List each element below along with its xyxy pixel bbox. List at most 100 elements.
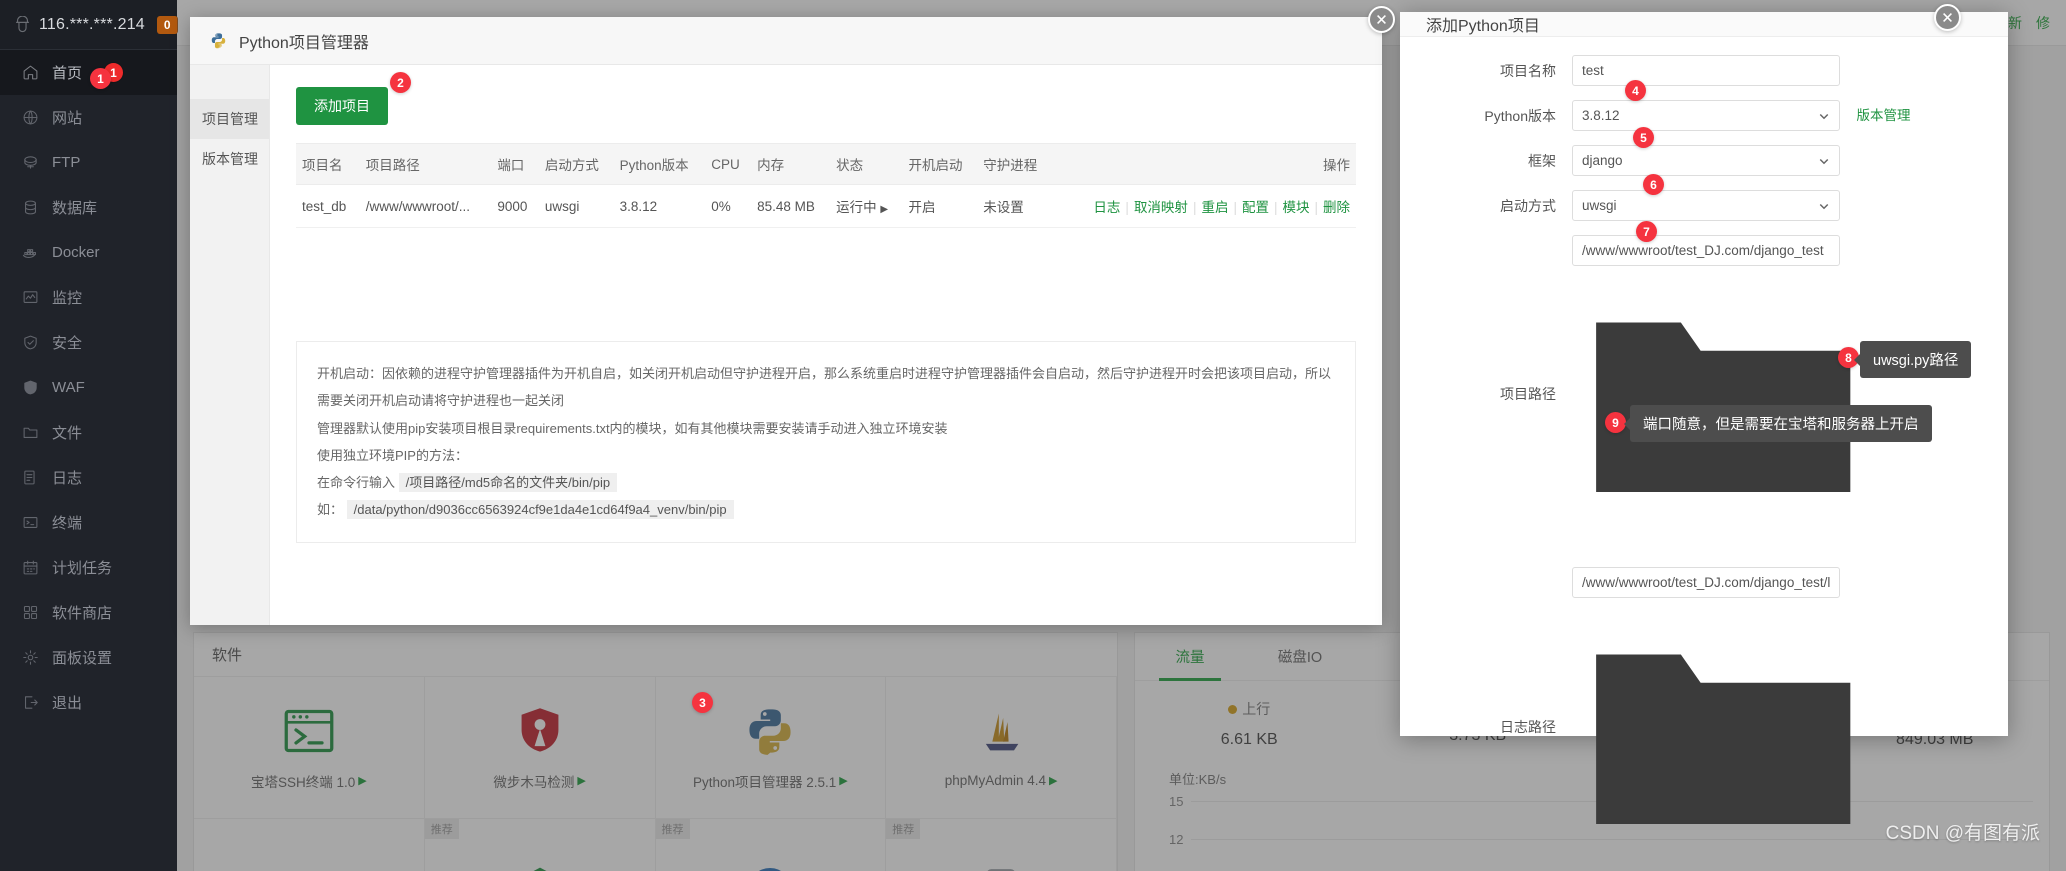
python-side-tab-0[interactable]: 项目管理: [190, 99, 269, 139]
sidebar-item-10[interactable]: 终端: [0, 500, 177, 545]
python-version-label: Python版本: [1484, 107, 1556, 124]
gear-icon: [22, 649, 39, 666]
project-python-version: 3.8.12: [613, 184, 706, 228]
python-window-main: 添加项目 项目名 项目路径 端口 启动方式 Python版本 CPU 内存 状态 开机启动 守护进…: [270, 65, 1382, 625]
table-header-5: CPU: [705, 143, 752, 185]
project-daemon: 未设置: [977, 184, 1052, 228]
sidebar-item-0[interactable]: 首页 1: [0, 50, 177, 95]
project-name-input[interactable]: [1572, 55, 1840, 86]
sidebar-item-11[interactable]: 计划任务: [0, 545, 177, 590]
sidebar-item-label: 软件商店: [52, 605, 113, 622]
sidebar-item-13[interactable]: 面板设置: [0, 635, 177, 680]
sidebar-item-8[interactable]: 文件: [0, 410, 177, 455]
globe-icon: [22, 109, 39, 126]
shield-filled-icon: [22, 379, 39, 396]
note-line-1: 管理器默认使用pip安装项目根目录requirements.txt内的模块，如有…: [317, 420, 948, 436]
folder-icon[interactable]: [1582, 322, 1864, 552]
operation-link-4[interactable]: 模块: [1282, 200, 1309, 215]
project-cpu: 0%: [705, 184, 752, 228]
sidebar-item-label: FTP: [52, 154, 81, 171]
sidebar-item-label: 安全: [52, 335, 83, 352]
sidebar-item-12[interactable]: 软件商店: [0, 590, 177, 635]
sidebar-item-label: 日志: [52, 470, 83, 487]
log-path-label: 日志路径: [1500, 718, 1556, 735]
step-marker-2: 2: [390, 72, 411, 93]
step-marker-6: 6: [1643, 174, 1664, 195]
calendar-icon: [22, 559, 39, 576]
projects-table-header-row: 项目名 项目路径 端口 启动方式 Python版本 CPU 内存 状态 开机启动 守护进程 操作: [296, 143, 1356, 185]
step-marker-9: 9: [1605, 412, 1626, 433]
step-marker-3: 3: [692, 692, 713, 713]
sidebar-item-label: 终端: [52, 515, 83, 532]
table-header-2: 端口: [491, 143, 539, 185]
python-window-close-button[interactable]: [1368, 6, 1395, 33]
step-marker-4: 4: [1625, 80, 1646, 101]
operation-link-1[interactable]: 取消映射: [1134, 200, 1188, 215]
python-window-title: Python项目管理器: [239, 34, 369, 52]
log-path-input[interactable]: [1572, 567, 1840, 599]
start-mode-label: 启动方式: [1500, 197, 1556, 214]
project-status: 运行中 ▶: [830, 184, 903, 228]
step-marker-7: 7: [1636, 221, 1657, 242]
sidebar-item-label: 退出: [52, 695, 83, 712]
log-icon: [22, 469, 39, 486]
sidebar-item-3[interactable]: 数据库: [0, 185, 177, 230]
table-header-1: 项目路径: [359, 143, 492, 185]
table-header-3: 启动方式: [538, 143, 614, 185]
sidebar-item-1[interactable]: 网站: [0, 95, 177, 140]
note-example-code: /data/python/d9036cc6563924cf9e1da4e1cd6…: [346, 500, 734, 520]
project-path[interactable]: /www/wwwroot/...: [359, 184, 492, 228]
add-project-button[interactable]: 添加项目: [296, 87, 388, 125]
table-header-7: 状态: [830, 143, 903, 185]
field-start-mode: 启动方式 uwsgi: [1400, 190, 1982, 221]
sidebar-item-4[interactable]: Docker: [0, 230, 177, 275]
sidebar-item-14[interactable]: 退出: [0, 680, 177, 725]
server-ip-label: 116.***.***.214: [39, 15, 145, 33]
operation-link-0[interactable]: 日志: [1093, 200, 1120, 215]
operation-link-2[interactable]: 重启: [1201, 200, 1228, 215]
step-marker-5: 5: [1633, 127, 1654, 148]
sidebar-item-2[interactable]: FTP: [0, 140, 177, 185]
folder-icon: [22, 424, 39, 441]
note-line-example: 如： /data/python/d9036cc6563924cf9e1da4e1…: [317, 496, 1335, 523]
sidebar-item-label: 监控: [52, 290, 83, 307]
monitor-icon: [22, 289, 39, 306]
projects-table: 项目名 项目路径 端口 启动方式 Python版本 CPU 内存 状态 开机启动 守护进程 操作 t…: [296, 143, 1356, 228]
framework-select[interactable]: django: [1572, 145, 1840, 176]
operation-link-3[interactable]: 配置: [1242, 200, 1269, 215]
table-header-6: 内存: [751, 143, 831, 185]
table-header-4: Python版本: [613, 143, 706, 185]
note-cmd-code: /项目路径/md5命名的文件夹/bin/pip: [398, 473, 618, 493]
note-cmd-prefix: 在命令行输入: [317, 475, 396, 491]
project-path-input[interactable]: [1572, 235, 1840, 266]
start-mode-select[interactable]: uwsgi: [1572, 190, 1840, 221]
python-version-select[interactable]: 3.8.12: [1572, 100, 1840, 131]
ftp-icon: [22, 154, 39, 171]
operation-link-5[interactable]: 删除: [1323, 200, 1350, 215]
python-window-body: 项目管理 版本管理 添加项目 项目名 项目路径 端口 启动方式 Python版本 CPU 内存…: [190, 65, 1382, 625]
dialog-close-button[interactable]: [1934, 4, 1961, 31]
dialog-body: 项目名称 Python版本 3.8.12 版本管理: [1400, 37, 2008, 871]
bt-logo-icon: [14, 16, 31, 33]
project-name-label: 项目名称: [1500, 62, 1556, 79]
sidebar-header: 116.***.***.214 0: [0, 0, 178, 50]
project-start-mode: uwsgi: [538, 184, 614, 228]
table-header-8: 开机启动: [902, 143, 978, 185]
python-window-sidetabs: 项目管理 版本管理: [190, 65, 270, 625]
python-project-manager-window: Python项目管理器 项目管理 版本管理 添加项目 项目名 项目路径 端口 启动方式 P…: [190, 17, 1382, 625]
logout-icon: [22, 694, 39, 711]
table-row: test_db/www/wwwroot/... 9000 uwsgi 3.8.12 0%…: [296, 184, 1356, 228]
sidebar-item-9[interactable]: 日志: [0, 455, 177, 500]
sidebar-item-7[interactable]: WAF: [0, 365, 177, 410]
tooltip-port-hint: 端口随意，但是需要在宝塔和服务器上开启: [1624, 405, 1932, 442]
notification-badge[interactable]: 0: [156, 15, 178, 34]
project-memory: 85.48 MB: [751, 184, 831, 228]
framework-label: 框架: [1528, 152, 1556, 169]
table-header-9: 守护进程: [977, 143, 1052, 185]
sidebar-item-6[interactable]: 安全: [0, 320, 177, 365]
sidebar-item-5[interactable]: 监控: [0, 275, 177, 320]
sidebar-item-label: 面板设置: [52, 650, 113, 667]
operation-separator: |: [1192, 200, 1197, 215]
version-manage-link[interactable]: 版本管理: [1856, 108, 1910, 123]
python-side-tab-1[interactable]: 版本管理: [190, 139, 269, 179]
